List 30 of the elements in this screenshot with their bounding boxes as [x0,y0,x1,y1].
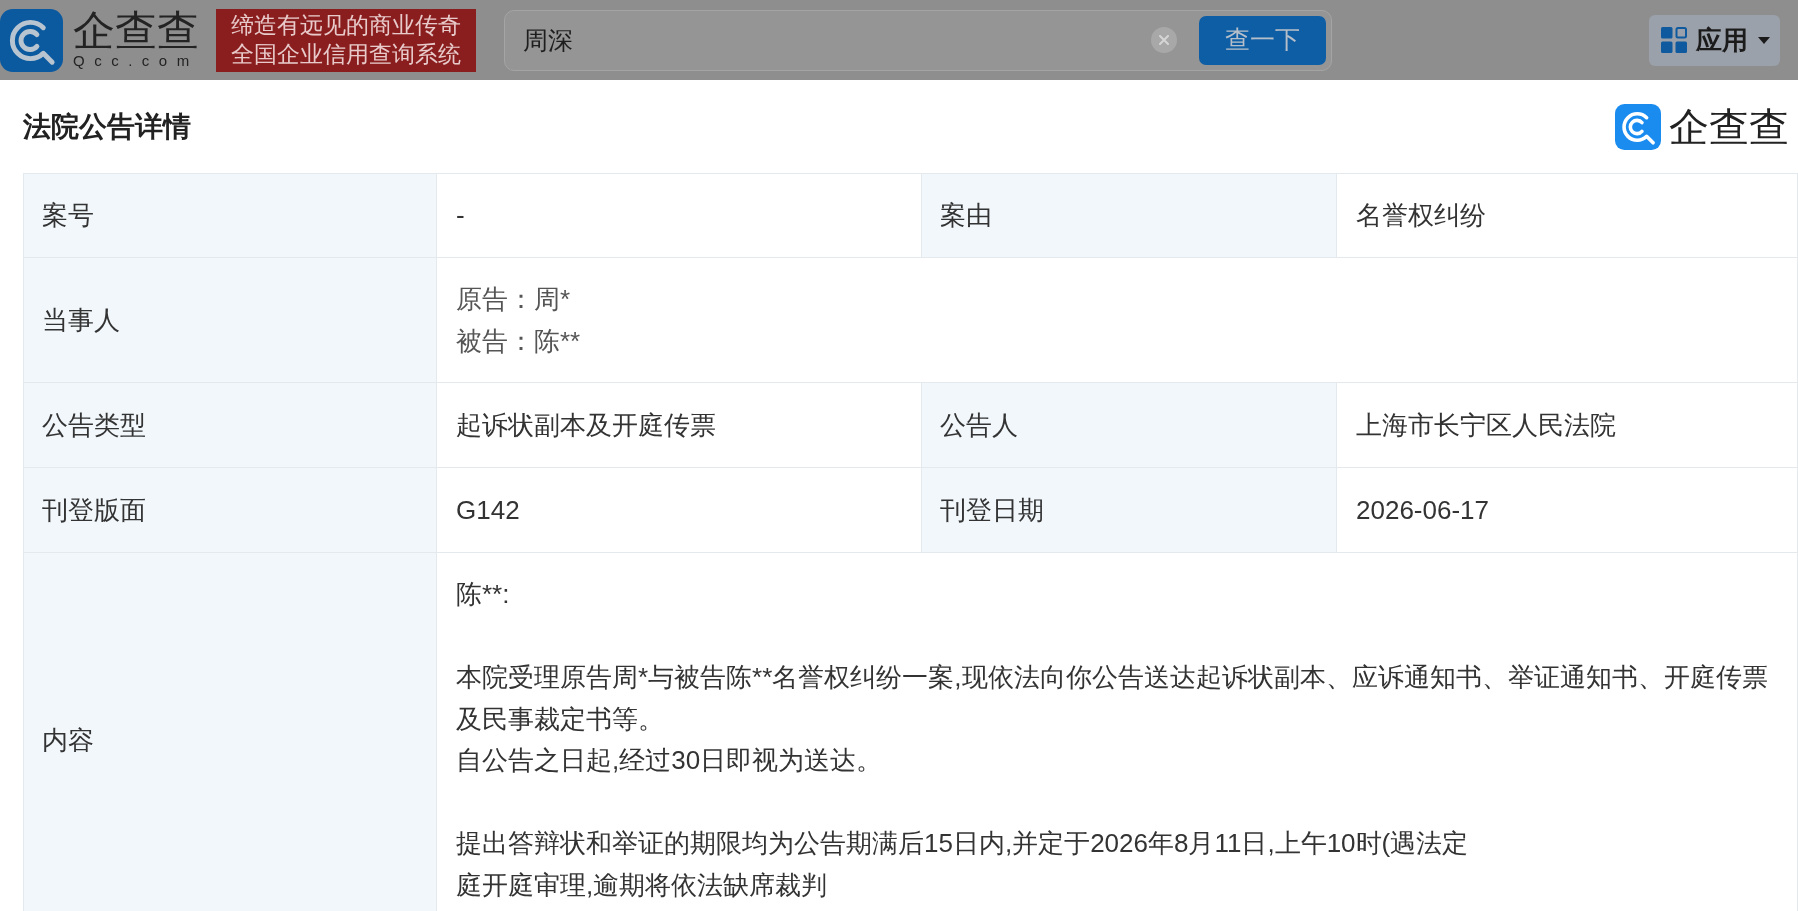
field-label: 案由 [922,174,1337,258]
field-label: 内容 [24,553,437,911]
slogan-line: 缔造有远见的商业传奇 [231,11,461,40]
clear-icon[interactable] [1151,27,1177,53]
field-label: 刊登日期 [922,468,1337,553]
brand-text: 企查查 [1669,106,1789,147]
search-button[interactable]: 查一下 [1199,15,1326,65]
notice-paragraph: 本院受理原告周*与被告陈**名誉权纠纷一案,现依法向你公告送达起诉状副本、应诉通知书、举证通知书、开庭传票 及民事裁定书等。 自公告之日起,经过30日即视为送达。 [456,661,1768,777]
notice-paragraph: 陈**: [456,578,510,611]
field-label: 案号 [24,174,437,258]
field-label: 公告类型 [24,383,437,468]
logo-icon [1615,103,1661,150]
field-label: 公告人 [922,383,1337,468]
field-value: 上海市长宁区人民法院 [1337,383,1798,468]
grid-icon [1661,27,1687,53]
logo-text: 企查查 [73,10,199,52]
field-label: 刊登版面 [24,468,437,553]
notice-paragraph: 提出答辩状和举证的期限均为公告期满后15日内,并定于2026年8月11日,上午10时(遇法定 庭开庭审理,逾期将依法缺席裁判 [456,827,1469,902]
caret-icon [1758,36,1770,44]
apps-button[interactable]: 应用 [1649,14,1780,66]
search-field[interactable]: 周深 查一下 [504,9,1332,71]
dialog-title: 法院公告详情 [23,109,191,144]
party-text: 原告：周* [456,283,571,316]
field-label: 当事人 [24,258,437,383]
party-text: 被告：陈** [456,325,581,358]
logo-domain: Qcc.com [73,52,199,70]
field-value: 名誉权纠纷 [1337,174,1798,258]
field-value: 2026-06-17 [1337,468,1798,553]
slogan-line: 全国企业信用查询系统 [231,40,461,69]
logo-icon [0,8,63,72]
